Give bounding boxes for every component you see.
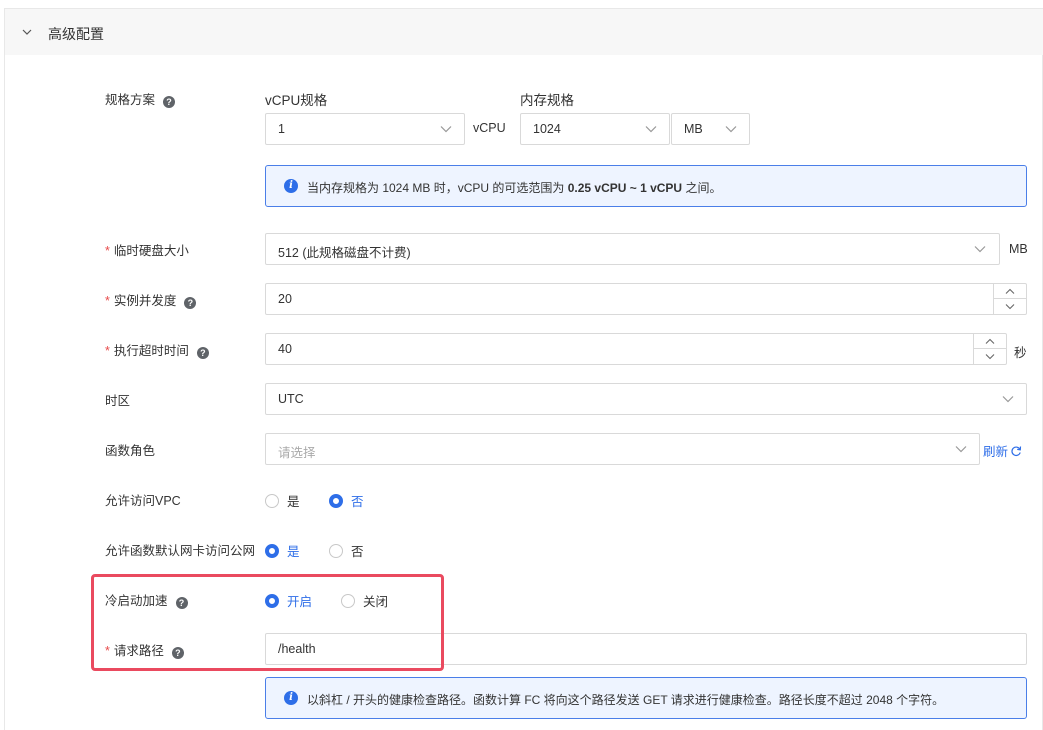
radio-circle [329, 493, 343, 508]
spec-info-range: 0.25 vCPU ~ 1 vCPU [567, 181, 683, 195]
public-net-label: 允许函数默认网卡访问公网 [105, 544, 256, 558]
required-mark: * [105, 294, 110, 308]
help-icon[interactable]: ? [196, 347, 209, 359]
radio-circle [265, 493, 279, 508]
timeout-label-row: * 执行超时时间? [105, 340, 209, 359]
refresh-label: 刷新 [983, 445, 1009, 459]
public-net-no-radio[interactable]: 否 [329, 541, 364, 560]
decrement-button[interactable] [994, 299, 1026, 314]
vpc-yes-label: 是 [287, 495, 300, 509]
radio-circle [329, 543, 343, 558]
chevron-down-icon [1005, 304, 1015, 310]
role-placeholder: 请选择 [278, 446, 316, 460]
role-label: 函数角色 [105, 444, 156, 458]
chevron-down-icon [645, 126, 657, 133]
spec-label-row: 规格方案? [105, 89, 176, 108]
concurrency-input[interactable]: 20 [265, 283, 1027, 315]
spec-info-text: 当内存规格为 1024 MB 时，vCPU 的可选范围为 0.25 vCPU ~… [307, 179, 721, 196]
timeout-unit: 秒 [1014, 346, 1027, 360]
vpc-no-radio[interactable]: 否 [329, 491, 364, 510]
vcpu-select[interactable]: 1 [265, 113, 465, 145]
vpc-yes-radio[interactable]: 是 [265, 491, 300, 510]
chevron-up-icon [985, 338, 995, 344]
timeout-value: 40 [278, 342, 292, 356]
refresh-icon [1011, 445, 1022, 456]
section-header[interactable]: 高级配置 [5, 9, 1043, 55]
disk-label: 临时硬盘大小 [113, 244, 189, 258]
role-select[interactable]: 请选择 [265, 433, 980, 465]
timezone-select[interactable]: UTC [265, 383, 1027, 415]
chevron-down-icon [22, 29, 32, 35]
vcpu-unit: vCPU [473, 121, 506, 135]
concurrency-value: 20 [278, 292, 292, 306]
vpc-no-label: 否 [351, 495, 364, 509]
info-icon: i [284, 691, 298, 705]
memory-select-value: 1024 [533, 122, 561, 136]
concurrency-label: 实例并发度 [113, 294, 177, 308]
public-net-no-label: 否 [351, 545, 364, 559]
highlight-box [91, 574, 444, 671]
spec-label: 规格方案 [105, 93, 156, 107]
timezone-value: UTC [278, 392, 304, 406]
chevron-down-icon [725, 126, 737, 133]
concurrency-stepper [993, 284, 1026, 314]
chevron-down-icon [955, 446, 967, 453]
spec-info-suffix: 之间。 [682, 181, 722, 195]
memory-select[interactable]: 1024 [520, 113, 670, 145]
disk-unit: MB [1009, 242, 1028, 256]
timezone-label: 时区 [105, 394, 131, 408]
spec-info-prefix: 当内存规格为 1024 MB 时，vCPU 的可选范围为 [307, 181, 568, 195]
public-net-yes-radio[interactable]: 是 [265, 541, 300, 560]
increment-button[interactable] [974, 334, 1006, 349]
disk-label-row: * 临时硬盘大小 [105, 240, 189, 259]
vcpu-select-value: 1 [278, 122, 285, 136]
disk-select-value: 512 (此规格磁盘不计费) [278, 246, 411, 260]
info-icon: i [284, 179, 298, 193]
decrement-button[interactable] [974, 349, 1006, 364]
memory-label: 内存规格 [520, 93, 574, 108]
spec-info-alert: i 当内存规格为 1024 MB 时，vCPU 的可选范围为 0.25 vCPU… [265, 165, 1027, 207]
chevron-down-icon [440, 126, 452, 133]
radio-circle [265, 543, 279, 558]
public-net-yes-label: 是 [287, 545, 300, 559]
section-title: 高级配置 [48, 26, 104, 42]
timeout-label: 执行超时时间 [113, 344, 189, 358]
vcpu-label: vCPU规格 [265, 93, 328, 108]
chevron-up-icon [1005, 288, 1015, 294]
required-mark: * [105, 344, 110, 358]
timeout-input[interactable]: 40 [265, 333, 1007, 365]
help-icon[interactable]: ? [163, 96, 176, 108]
chevron-down-icon [974, 246, 986, 253]
path-info-alert: i 以斜杠 / 开头的健康检查路径。函数计算 FC 将向这个路径发送 GET 请… [265, 677, 1027, 719]
disk-select[interactable]: 512 (此规格磁盘不计费) [265, 233, 1000, 265]
increment-button[interactable] [994, 284, 1026, 299]
timeout-stepper [973, 334, 1006, 364]
path-info-text: 以斜杠 / 开头的健康检查路径。函数计算 FC 将向这个路径发送 GET 请求进… [307, 693, 945, 707]
required-mark: * [105, 244, 110, 258]
refresh-button[interactable]: 刷新 [983, 441, 1022, 460]
memory-unit-value: MB [684, 122, 703, 136]
memory-unit-select[interactable]: MB [671, 113, 750, 145]
chevron-down-icon [1002, 396, 1014, 403]
concurrency-label-row: * 实例并发度? [105, 290, 197, 309]
help-icon[interactable]: ? [184, 297, 197, 309]
chevron-down-icon [985, 354, 995, 360]
vpc-label: 允许访问VPC [105, 494, 181, 508]
